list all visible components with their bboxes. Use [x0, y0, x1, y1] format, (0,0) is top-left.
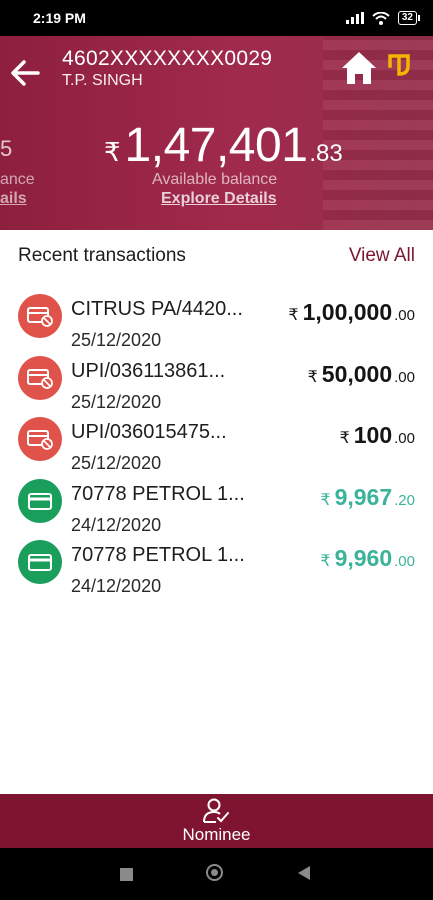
transaction-row[interactable]: UPI/036015475... 25/12/2020 ₹ 100 .00	[0, 413, 433, 475]
recent-transactions-title: Recent transactions	[18, 245, 186, 266]
debit-card-icon	[18, 355, 62, 400]
transaction-date: 25/12/2020	[71, 330, 162, 350]
balance-decimal: .83	[309, 140, 343, 167]
transaction-list: CITRUS PA/4420... 25/12/2020 ₹ 1,00,000 …	[0, 290, 433, 598]
amount-decimal: .00	[394, 368, 415, 386]
amount-main: 9,960	[334, 545, 393, 571]
transaction-title: UPI/036015475...	[71, 421, 227, 443]
transaction-date: 25/12/2020	[71, 391, 162, 412]
transaction-title: 70778 PETROL 1...	[71, 544, 245, 566]
back-button[interactable]	[8, 56, 42, 90]
amount-main: 100	[353, 422, 393, 448]
transaction-title: 70778 PETROL 1...	[71, 482, 245, 505]
rupee-symbol: ₹	[320, 553, 331, 570]
battery-icon: 32	[397, 11, 421, 25]
view-all-link[interactable]: View All	[349, 245, 415, 267]
transaction-amount: ₹ 100 .00	[340, 422, 415, 449]
amount-main: 1,00,000	[302, 299, 393, 325]
transaction-amount: ₹ 9,960 .00	[320, 545, 415, 572]
rupee-symbol: ₹	[104, 137, 121, 167]
transaction-amount: ₹ 1,00,000 .00	[288, 299, 415, 326]
user-check-icon	[203, 798, 230, 823]
previous-card-label: ance	[0, 171, 35, 188]
rupee-symbol: ₹	[288, 307, 299, 324]
home-button[interactable]	[340, 50, 378, 86]
account-holder-name: T.P. SINGH	[62, 72, 143, 89]
credit-card-icon	[18, 540, 62, 584]
system-navigation-bar	[0, 848, 433, 900]
rupee-symbol: ₹	[339, 430, 350, 447]
status-icons: 32	[345, 11, 421, 25]
previous-card-amount: 5	[0, 136, 13, 161]
previous-card-link[interactable]: ails	[0, 190, 27, 208]
available-balance-label: Available balance	[152, 171, 278, 188]
transaction-date: 24/12/2020	[71, 576, 162, 596]
amount-decimal: .00	[394, 430, 415, 447]
nominee-label: Nominee	[182, 824, 251, 844]
available-balance-amount: ₹ 1,47,401 .83	[104, 118, 343, 173]
transaction-title: UPI/036113861...	[71, 359, 226, 382]
wifi-icon	[372, 11, 390, 25]
bank-logo-icon	[386, 52, 412, 78]
amount-main: 9,967	[334, 483, 393, 510]
recent-apps-icon[interactable]	[120, 868, 133, 881]
status-bar: 2:19 PM 32	[0, 0, 433, 36]
account-number: 4602XXXXXXXX0029	[62, 47, 273, 70]
home-circle-icon[interactable]	[206, 864, 223, 881]
system-back-icon[interactable]	[298, 866, 310, 880]
signal-icon	[345, 12, 364, 24]
amount-decimal: .00	[394, 553, 415, 570]
transaction-row[interactable]: UPI/036113861... 25/12/2020 ₹ 50,000 .00	[0, 352, 433, 414]
explore-details-link[interactable]: Explore Details	[161, 190, 277, 208]
amount-decimal: .00	[394, 307, 415, 324]
home-icon	[342, 52, 376, 84]
amount-decimal: .20	[394, 491, 415, 509]
transaction-amount: ₹ 9,967 .20	[320, 484, 415, 511]
account-header: 4602XXXXXXXX0029 T.P. SINGH 5 ance ails …	[0, 36, 433, 230]
balance-main: 1,47,401	[124, 119, 308, 172]
bottom-navigation: Nominee	[0, 794, 433, 848]
transaction-date: 24/12/2020	[71, 514, 162, 535]
rupee-symbol: ₹	[307, 368, 318, 386]
transaction-row[interactable]: CITRUS PA/4420... 25/12/2020 ₹ 1,00,000 …	[0, 290, 433, 352]
transaction-row[interactable]: 70778 PETROL 1... 24/12/2020 ₹ 9,960 .00	[0, 536, 433, 598]
back-arrow-icon	[11, 60, 40, 86]
transaction-amount: ₹ 50,000 .00	[308, 361, 415, 388]
rupee-symbol: ₹	[320, 491, 331, 509]
transaction-date: 25/12/2020	[71, 453, 162, 473]
transaction-title: CITRUS PA/4420...	[71, 298, 243, 320]
status-time: 2:19 PM	[33, 10, 86, 26]
nominee-tab[interactable]: Nominee	[182, 798, 251, 845]
transaction-row[interactable]: 70778 PETROL 1... 24/12/2020 ₹ 9,967 .20	[0, 475, 433, 537]
debit-card-icon	[18, 294, 62, 338]
amount-main: 50,000	[321, 360, 393, 387]
credit-card-icon	[18, 478, 62, 523]
debit-card-icon	[18, 417, 62, 461]
